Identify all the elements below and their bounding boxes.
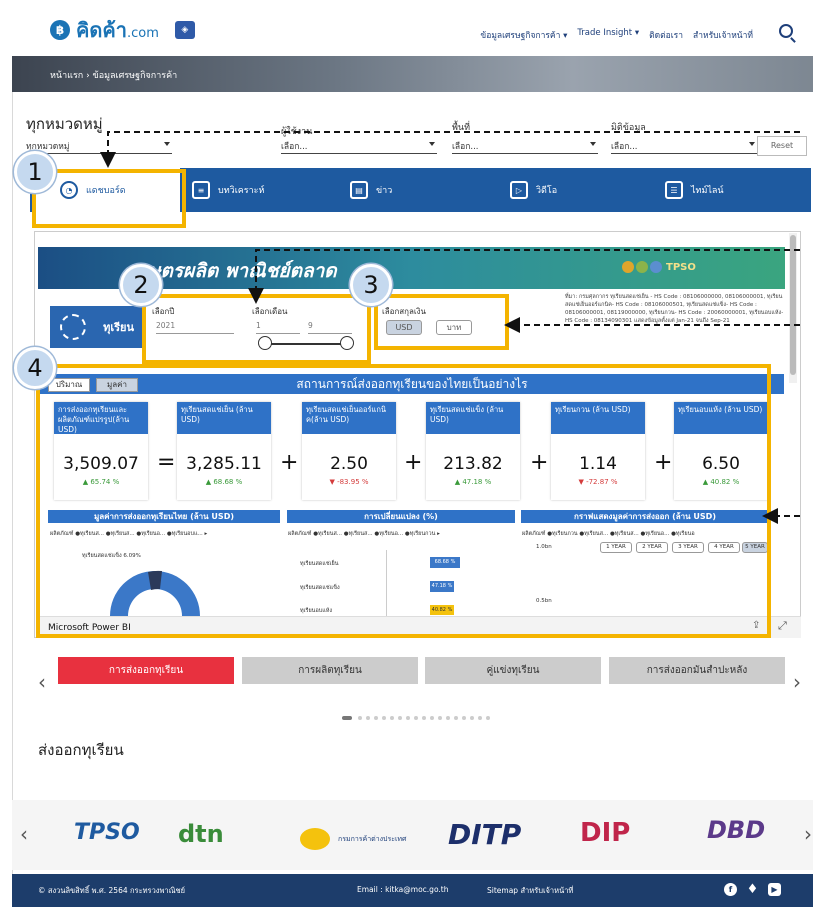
bottom-tab-durian-production[interactable]: การผลิตทุเรียน — [242, 657, 418, 684]
carousel-dot[interactable] — [462, 716, 466, 720]
site-footer: © สงวนลิขสิทธิ์ พ.ศ. 2564 กระทรวงพาณิชย์… — [12, 874, 813, 907]
footer-email-link[interactable]: Email : kitka@moc.go.th — [357, 885, 448, 894]
partner-logo-tpso[interactable]: TPSO — [74, 820, 140, 845]
carousel-dot[interactable] — [406, 716, 410, 720]
carousel-dot[interactable] — [454, 716, 458, 720]
carousel-dot[interactable] — [446, 716, 450, 720]
carousel-dot[interactable] — [478, 716, 482, 720]
carousel-dot[interactable] — [438, 716, 442, 720]
arrow-2 — [248, 249, 800, 304]
copyright-text: © สงวนลิขสิทธิ์ พ.ศ. 2564 กระทรวงพาณิชย์ — [38, 886, 186, 895]
carousel-dot[interactable] — [366, 716, 370, 720]
carousel-dot[interactable] — [398, 716, 402, 720]
footer-sitemap-link[interactable]: Sitemap สำหรับเจ้าหน้าที่ — [487, 885, 573, 897]
bottom-tab-cassava-export[interactable]: การส่งออกมันสำปะหลัง — [609, 657, 785, 684]
partner-logo-dtn[interactable]: dtn — [178, 820, 224, 848]
carousel-dot[interactable] — [390, 716, 394, 720]
arrow-1 — [100, 131, 800, 168]
partner-logo-ditp[interactable]: DITP — [448, 818, 521, 851]
partner-logo-dbd[interactable]: DBD — [707, 816, 765, 844]
carousel-dot[interactable] — [470, 716, 474, 720]
twitter-icon[interactable]: ♦ — [746, 883, 759, 896]
carousel-dot[interactable] — [374, 716, 378, 720]
bottom-tab-durian-competitors[interactable]: คู่แข่งทุเรียน — [425, 657, 601, 684]
carousel-dot-active[interactable] — [342, 716, 352, 720]
partner-logo-dft[interactable]: กรมการค้าต่างประเทศ — [338, 834, 406, 845]
carousel-dot[interactable] — [414, 716, 418, 720]
carousel-dot[interactable] — [422, 716, 426, 720]
partners-next-icon[interactable]: › — [804, 822, 812, 846]
bottom-tab-durian-export[interactable]: การส่งออกทุเรียน — [58, 657, 234, 684]
facebook-icon[interactable]: f — [724, 883, 737, 896]
dft-emblem-icon — [300, 828, 330, 850]
carousel-dot[interactable] — [430, 716, 434, 720]
partner-logo-dip[interactable]: DIP — [580, 818, 630, 848]
youtube-icon[interactable]: ▶ — [768, 883, 781, 896]
carousel-dot[interactable] — [486, 716, 490, 720]
carousel-dot[interactable] — [382, 716, 386, 720]
carousel-prev-icon[interactable]: ‹ — [38, 670, 46, 694]
partners-prev-icon[interactable]: ‹ — [20, 822, 28, 846]
section-heading-export: ส่งออกทุเรียน — [38, 741, 124, 759]
carousel-next-icon[interactable]: › — [793, 670, 801, 694]
carousel-dot[interactable] — [358, 716, 362, 720]
callout-arrows — [100, 131, 800, 524]
